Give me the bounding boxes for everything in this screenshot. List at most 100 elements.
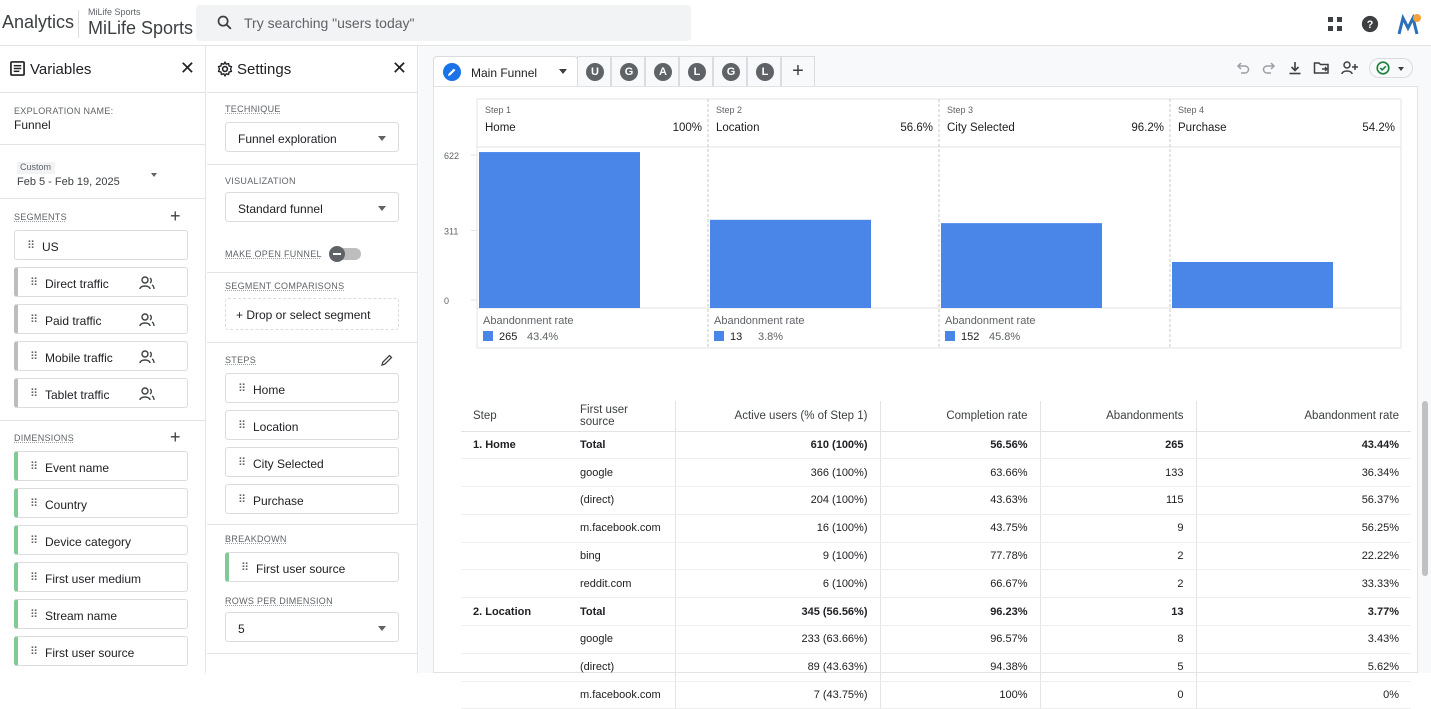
cell-source: google: [568, 625, 675, 654]
dimension-chip-country[interactable]: ⠿ Country: [14, 488, 188, 518]
cell-source: (direct): [568, 653, 675, 682]
dimension-chip-first-user-source[interactable]: ⠿ First user source: [14, 636, 188, 666]
export-folder-icon[interactable]: [1313, 60, 1331, 76]
drag-handle-icon[interactable]: ⠿: [30, 276, 38, 289]
add-dimension-icon[interactable]: +: [170, 427, 181, 448]
segment-chip-mobile-traffic[interactable]: ⠿ Mobile traffic: [14, 341, 188, 371]
col-abandonments[interactable]: Abandonments: [1039, 401, 1196, 432]
exploration-name-field[interactable]: Funnel: [14, 118, 51, 132]
segment-chip-us[interactable]: ⠿ US: [14, 230, 188, 260]
drag-handle-icon[interactable]: ⠿: [238, 382, 246, 395]
download-icon[interactable]: [1287, 60, 1303, 76]
cell-abandonment-rate: 3.43%: [1195, 625, 1411, 654]
funnel-bar[interactable]: [479, 152, 640, 308]
cell-abandonments: 8: [1039, 625, 1196, 654]
funnel-bar[interactable]: [710, 219, 871, 308]
property-name[interactable]: MiLife Sports: [88, 18, 193, 39]
drop-segment-target[interactable]: + Drop or select segment: [225, 298, 399, 330]
drag-handle-icon[interactable]: ⠿: [30, 645, 38, 658]
cell-abandonment-rate: 33.33%: [1195, 569, 1411, 599]
account-name[interactable]: MiLife Sports: [88, 7, 141, 17]
user-segment-icon: [139, 350, 155, 364]
cell-abandonment-rate: 22.22%: [1195, 542, 1411, 571]
step-percent-label: 56.6%: [900, 122, 933, 134]
dimension-chip-first-user-medium[interactable]: ⠿ First user medium: [14, 562, 188, 592]
cell-abandonment-rate: 56.37%: [1195, 486, 1411, 515]
col-abandonment-rate[interactable]: Abandonment rate: [1195, 401, 1411, 432]
segment-comparisons-label: SEGMENT COMPARISONS: [225, 281, 345, 291]
open-funnel-toggle[interactable]: [329, 246, 361, 262]
tab-a[interactable]: A: [645, 56, 679, 86]
cell-completion-rate: 43.63%: [879, 486, 1040, 515]
undo-icon[interactable]: [1235, 60, 1251, 76]
tab-u[interactable]: U: [577, 56, 611, 86]
tab-l-2[interactable]: L: [747, 56, 781, 86]
drag-handle-icon[interactable]: ⠿: [30, 350, 38, 363]
col-completion-rate[interactable]: Completion rate: [879, 401, 1040, 432]
step-chip-purchase[interactable]: ⠿ Purchase: [225, 484, 399, 514]
dimensions-label: DIMENSIONS: [14, 433, 75, 443]
add-tab-button[interactable]: +: [781, 56, 815, 86]
share-user-icon[interactable]: [1341, 60, 1359, 76]
drag-handle-icon[interactable]: ⠿: [30, 608, 38, 621]
close-variables-icon[interactable]: ✕: [180, 58, 195, 79]
edit-steps-pencil-icon[interactable]: [381, 354, 393, 366]
step-number-label: Step 1: [485, 105, 511, 115]
abandonment-rate-label: Abandonment rate: [714, 315, 805, 327]
drag-handle-icon[interactable]: ⠿: [238, 419, 246, 432]
col-first-user-source[interactable]: First user source: [568, 401, 675, 432]
dimension-chip-event-name[interactable]: ⠿ Event name: [14, 451, 188, 481]
status-check-dropdown[interactable]: [1369, 58, 1413, 78]
col-active-users[interactable]: Active users (% of Step 1): [674, 401, 880, 432]
drag-handle-icon[interactable]: ⠿: [30, 534, 38, 547]
table-scrollbar[interactable]: [1422, 401, 1428, 576]
step-chip-home[interactable]: ⠿ Home: [225, 373, 399, 403]
cell-source: m.facebook.com: [568, 514, 675, 543]
redo-icon[interactable]: [1261, 60, 1277, 76]
account-logo-icon[interactable]: [1397, 12, 1423, 36]
col-step[interactable]: Step: [461, 401, 568, 432]
tab-main-funnel[interactable]: Main Funnel: [433, 56, 578, 86]
dimension-chip-device-category[interactable]: ⠿ Device category: [14, 525, 188, 555]
drag-handle-icon[interactable]: ⠿: [30, 571, 38, 584]
drag-handle-icon[interactable]: ⠿: [30, 497, 38, 510]
tab-g[interactable]: G: [611, 56, 645, 86]
drag-handle-icon[interactable]: ⠿: [30, 460, 38, 473]
dimension-chip-stream-name[interactable]: ⠿ Stream name: [14, 599, 188, 629]
drag-handle-icon[interactable]: ⠿: [238, 493, 246, 506]
step-chip-location[interactable]: ⠿ Location: [225, 410, 399, 440]
tab-dropdown-icon[interactable]: [559, 69, 567, 74]
cell-abandonments: 2: [1039, 542, 1196, 571]
step-chip-city-selected[interactable]: ⠿ City Selected: [225, 447, 399, 477]
apps-grid-icon[interactable]: [1327, 16, 1343, 32]
drag-handle-icon[interactable]: ⠿: [27, 239, 35, 252]
abandonment-swatch: [945, 331, 955, 341]
open-funnel-label: MAKE OPEN FUNNEL: [225, 249, 322, 259]
tab-g-2[interactable]: G: [713, 56, 747, 86]
cell-active-users: 16 (100%): [674, 514, 880, 543]
funnel-bar[interactable]: [1172, 261, 1333, 308]
abandonment-rate-value: 45.8%: [989, 331, 1020, 343]
funnel-bar[interactable]: [941, 223, 1102, 308]
segment-chip-tablet-traffic[interactable]: ⠿ Tablet traffic: [14, 378, 188, 408]
exploration-canvas: Main Funnel U G A L G L + 622 311 0 Step 1 H…: [419, 46, 1431, 709]
search-bar[interactable]: Try searching "users today": [196, 5, 691, 41]
visualization-select[interactable]: Standard funnel: [225, 192, 399, 222]
drag-handle-icon[interactable]: ⠿: [241, 561, 249, 574]
help-icon[interactable]: ?: [1361, 15, 1379, 33]
tab-l[interactable]: L: [679, 56, 713, 86]
drag-handle-icon[interactable]: ⠿: [238, 456, 246, 469]
cell-abandonments: 13: [1039, 597, 1196, 627]
breakdown-chip[interactable]: ⠿ First user source: [225, 552, 399, 582]
product-name[interactable]: Analytics: [2, 12, 74, 33]
add-segment-icon[interactable]: +: [170, 206, 181, 227]
drag-handle-icon[interactable]: ⠿: [30, 313, 38, 326]
rows-per-dimension-select[interactable]: 5: [225, 612, 399, 642]
drag-handle-icon[interactable]: ⠿: [30, 387, 38, 400]
segment-chip-direct-traffic[interactable]: ⠿ Direct traffic: [14, 267, 188, 297]
close-settings-icon[interactable]: ✕: [392, 58, 407, 79]
status-chevron-icon: [1398, 67, 1404, 71]
cell-source: Total: [568, 597, 675, 627]
technique-select[interactable]: Funnel exploration: [225, 122, 399, 152]
segment-chip-paid-traffic[interactable]: ⠿ Paid traffic: [14, 304, 188, 334]
